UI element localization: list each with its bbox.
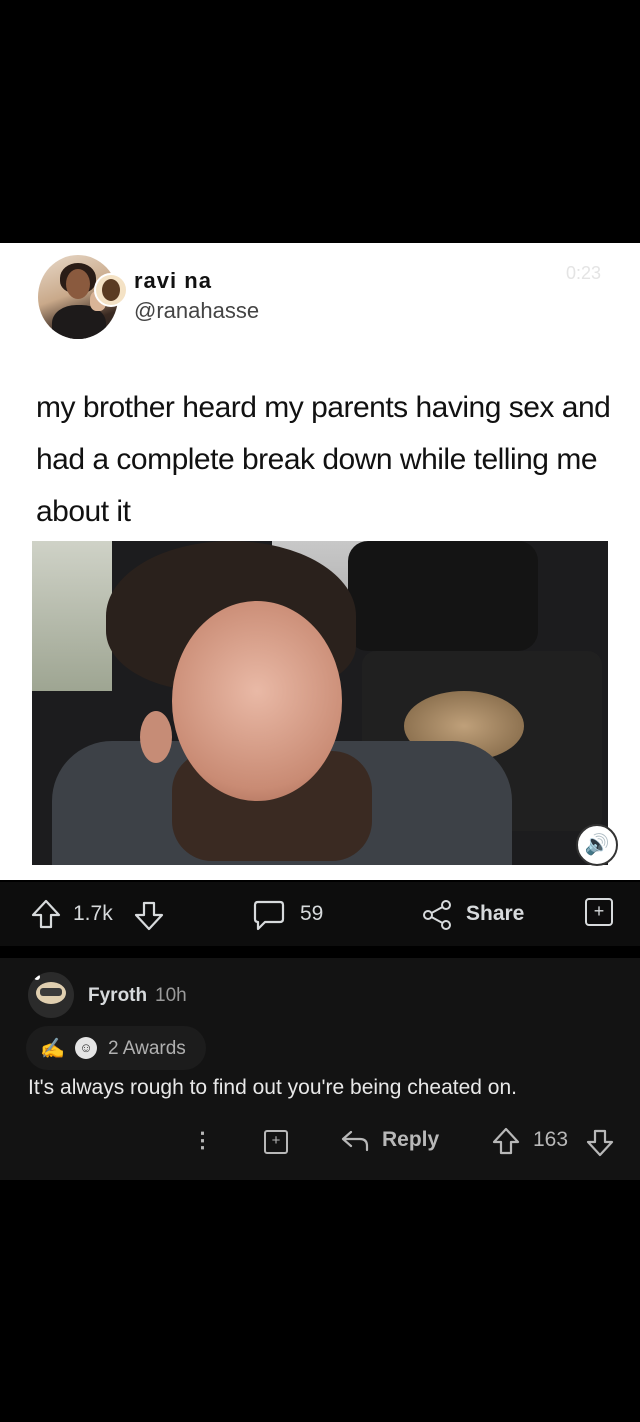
- more-options-icon[interactable]: ⋮: [192, 1128, 213, 1153]
- comment-body: It's always rough to find out you're bei…: [28, 1076, 517, 1099]
- tweet-display-name: ravi na: [134, 268, 212, 293]
- video-time: 0:23: [566, 263, 602, 283]
- upvote-icon[interactable]: [30, 898, 62, 930]
- award-icon: ☺: [75, 1037, 97, 1059]
- comment-count[interactable]: 59: [300, 902, 323, 926]
- award-gift-icon[interactable]: +: [585, 898, 613, 926]
- comment-icon[interactable]: [252, 898, 286, 932]
- share-button[interactable]: Share: [466, 902, 524, 926]
- tweet-avatar-badge: [94, 273, 128, 307]
- comment-upvote-icon[interactable]: [492, 1126, 520, 1156]
- comment-age: 10h: [155, 985, 187, 1006]
- reply-button[interactable]: Reply: [382, 1128, 439, 1152]
- award-icon: ✍: [40, 1038, 65, 1060]
- volume-icon[interactable]: 🔊: [576, 824, 618, 866]
- comment-downvote-icon[interactable]: [586, 1128, 614, 1158]
- awards-count: 2 Awards: [108, 1038, 186, 1059]
- comment-award-icon[interactable]: +: [264, 1130, 288, 1154]
- tweet-video[interactable]: [32, 541, 608, 865]
- tweet-handle: @ranahasse: [134, 298, 260, 323]
- reply-icon[interactable]: [340, 1128, 370, 1154]
- comment-author[interactable]: Fyroth: [88, 985, 147, 1007]
- upvote-count: 1.7k: [73, 902, 113, 925]
- downvote-icon[interactable]: [133, 900, 165, 932]
- comment-score: 163: [533, 1128, 569, 1151]
- share-icon[interactable]: [420, 898, 454, 932]
- comment-author-avatar[interactable]: [28, 972, 74, 1018]
- tweet-text: my brother heard my parents having sex a…: [36, 391, 611, 528]
